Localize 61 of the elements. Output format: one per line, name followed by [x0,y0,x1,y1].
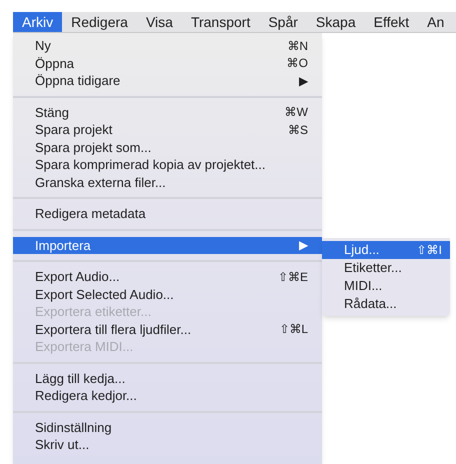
menu-item-shortcut: ⌘O [286,55,308,72]
menu-item[interactable]: Ny ⌘N [13,37,322,54]
menu-item-shortcut: ⇧⌘E [278,268,308,286]
menu-item[interactable]: Ljud... ⇧⌘I [322,241,450,259]
menu-item-label: Spara projekt som... [35,138,152,157]
menu-item-label: Sidinställning [35,418,112,437]
menu-bar-item[interactable]: Transport [182,12,260,32]
menu-bar-item[interactable]: An [418,12,454,32]
menu-bar-item[interactable]: Visa [136,12,182,32]
menu-item-label: Exportera MIDI... [35,338,134,356]
menu-bar-item[interactable]: Spår [259,12,307,32]
menu-item[interactable]: MIDI... [322,277,450,295]
menu-item-label: Spara projekt [35,121,112,139]
menu-bar-item[interactable]: Arkiv [13,12,62,32]
menu-item[interactable]: Lägg till kedja... [13,370,322,387]
menu-item-label: Öppna [35,54,74,73]
menu-item[interactable]: Export Selected Audio... [13,286,322,303]
menu-item-label: Export Audio... [35,268,120,286]
menu-item[interactable]: Exportera till flera ljudfiler... ⇧⌘L [13,320,322,338]
menu-item[interactable]: Export Audio... ⇧⌘E [13,268,322,286]
menu-item-label: Exportera etiketter... [35,303,152,321]
menu-item[interactable]: Sidinställning [13,418,322,436]
menu-item[interactable]: Stäng ⌘W [13,104,322,121]
menu-item-label: Redigera metadata [35,205,146,223]
menu-item-label: Granska externa filer... [35,174,166,192]
menu-bar-item[interactable]: Skapa [306,12,365,32]
menu-item-label: Ny [35,37,51,55]
menu-item-label: Export Selected Audio... [35,286,174,304]
menu-item[interactable]: Granska externa filer... [13,174,322,191]
menu-item-label: Ljud... [344,241,380,260]
menu-item-shortcut: ▶ [299,72,308,90]
menu-item[interactable]: Rådata... [322,295,450,313]
menu-item-label: MIDI... [344,277,382,296]
menu-item[interactable]: Redigera metadata [13,205,322,222]
menu-item-label: Spara komprimerad kopia av projektet... [35,156,266,174]
menu-item-label: Stäng [35,104,69,122]
menu-item-shortcut: ⌘N [287,38,308,55]
menu-item-label: Lägg till kedja... [35,370,126,388]
menu-item[interactable]: Spara projekt ⌘S [13,121,322,138]
menu-item-label: Rådata... [344,295,397,314]
menu-item-label: Skriv ut... [35,436,90,454]
menu-item[interactable]: Importera ▶ [13,236,322,254]
menu-item[interactable]: Öppna ⌘O [13,54,322,72]
menu-item[interactable]: Öppna tidigare ▶ [13,72,322,90]
menu-item-label: Exportera till flera ljudfiler... [35,320,192,339]
menu-bar-item[interactable]: Redigera [62,12,137,32]
menu-item-shortcut: ⌘W [284,104,308,122]
menu-item[interactable]: Spara komprimerad kopia av projektet... [13,156,322,174]
menu-item-label: Öppna tidigare [35,72,120,90]
menu-item-shortcut: ⇧⌘I [416,242,442,259]
menu-item-shortcut: ⌘S [288,122,308,139]
menu-item-shortcut: ⇧⌘L [279,321,308,338]
menu-item[interactable]: Redigera kedjor... [13,387,322,404]
menu-item-label: Etiketter... [344,259,402,278]
menu-item-label: Importera [35,236,91,255]
menu-item-label: Redigera kedjor... [35,387,137,405]
menu-item[interactable]: Skriv ut... [13,436,322,454]
menu-bar-item[interactable]: Effekt [364,12,418,32]
menu-item[interactable]: Etiketter... [322,259,450,277]
menu-item[interactable]: Spara projekt som... [13,138,322,156]
menu-item-shortcut: ▶ [299,237,308,254]
